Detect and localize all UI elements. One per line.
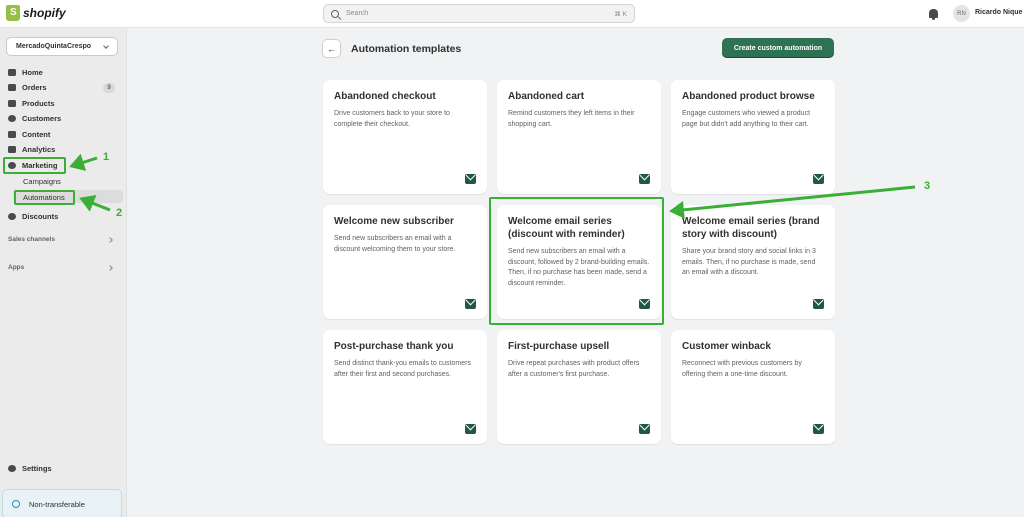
annotation-arrows [69,153,916,219]
annotation-arrow-3 [669,185,916,219]
annotation-arrow-2 [79,195,111,212]
annotation-arrow-1 [69,153,98,171]
